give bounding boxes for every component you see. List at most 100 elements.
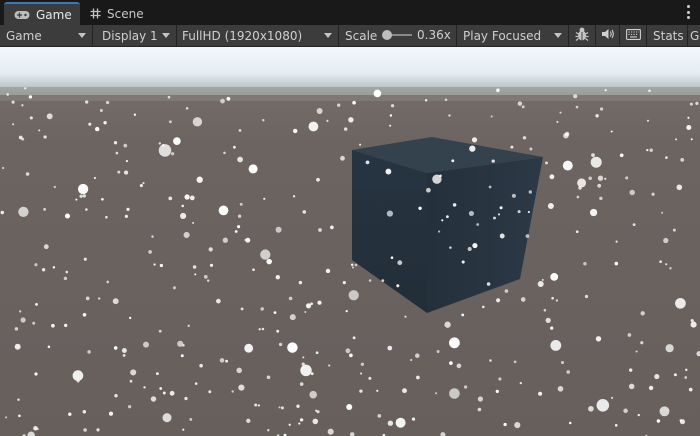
snow-particle [18, 206, 29, 218]
snow-particle [551, 296, 554, 300]
snow-particle [436, 350, 440, 353]
snow-particle [51, 323, 55, 328]
snow-particle [280, 406, 284, 410]
snow-particle [663, 237, 669, 244]
snow-particle [389, 124, 392, 127]
snow-particle [497, 213, 501, 216]
display-dropdown[interactable]: Display 1 [93, 25, 177, 46]
snow-particle [41, 268, 46, 272]
snow-particle [129, 316, 132, 320]
keyboard-toggle[interactable] [620, 25, 647, 46]
snow-particle [115, 151, 119, 155]
snow-particle [448, 114, 451, 117]
snow-particle [637, 413, 640, 417]
snow-particle [390, 104, 395, 108]
snow-particle [123, 143, 128, 148]
snow-particle [14, 327, 19, 331]
snow-particle [203, 275, 208, 279]
game-render [0, 47, 700, 436]
snow-particle [597, 175, 604, 181]
snow-particle [348, 290, 359, 301]
snow-particle [461, 260, 465, 264]
snow-particle [220, 98, 225, 104]
snow-particle [85, 296, 90, 301]
snow-particle [456, 363, 462, 369]
game-viewport[interactable] [0, 47, 700, 436]
snow-particle [649, 148, 653, 152]
snow-particle [75, 198, 78, 201]
snow-particle [690, 321, 697, 328]
snow-particle [623, 408, 628, 414]
stats-button[interactable]: Stats [647, 25, 688, 46]
resolution-dropdown[interactable]: FullHD (1920x1080) [177, 25, 339, 46]
audio-toggle[interactable] [596, 25, 620, 46]
snow-particle [162, 391, 166, 395]
snow-particle [676, 184, 683, 191]
snow-particle [168, 120, 172, 124]
snow-particle [148, 250, 152, 254]
snow-particle [237, 225, 241, 229]
snow-particle [194, 382, 198, 385]
snow-particle [125, 160, 128, 163]
snow-particle [597, 183, 602, 188]
snow-particle [451, 159, 455, 163]
snow-particle [273, 311, 277, 314]
snow-particle [625, 176, 629, 180]
play-mode-dropdown[interactable]: Play Focused [457, 25, 569, 46]
snow-particle [180, 212, 187, 219]
snow-particle [317, 300, 322, 305]
display-value: Display 1 [102, 28, 158, 43]
snow-particle [424, 99, 428, 102]
gizmos-button[interactable]: G [688, 25, 700, 46]
chevron-down-icon [554, 33, 562, 38]
tab-scene[interactable]: Scene [80, 2, 156, 25]
snow-particle [547, 203, 554, 209]
snow-particle [387, 345, 393, 351]
snow-particle [368, 279, 372, 282]
snow-particle [208, 390, 212, 394]
snow-particle [238, 384, 245, 391]
snow-particle [545, 161, 548, 165]
snow-particle [573, 94, 578, 99]
snow-particle [129, 379, 133, 383]
gamepad-icon [14, 10, 30, 20]
snow-particle [517, 101, 523, 106]
snow-particle [538, 391, 543, 396]
snow-particle [262, 119, 265, 122]
snow-particle [189, 417, 193, 421]
snow-particle [180, 354, 184, 358]
snow-particle [310, 372, 314, 376]
snow-particle [20, 317, 26, 323]
snow-particle [316, 177, 320, 182]
snow-particle [562, 160, 573, 171]
snow-particle [52, 266, 56, 269]
snow-particle [133, 113, 137, 116]
scale-slider-thumb[interactable] [382, 30, 392, 40]
tab-game[interactable]: Game [4, 2, 80, 25]
snow-particle [12, 123, 15, 126]
snow-particle [155, 372, 159, 376]
snow-particle [395, 417, 406, 428]
snow-particle [632, 223, 636, 227]
snow-particle [299, 382, 304, 386]
snow-particle [604, 177, 607, 180]
snow-particle [17, 398, 20, 401]
snow-particle [126, 207, 130, 212]
snow-particle [348, 117, 354, 123]
snow-particle [439, 174, 442, 178]
snow-particle [158, 329, 162, 333]
snow-particle [513, 360, 517, 364]
snow-particle [216, 298, 221, 304]
snow-particle [675, 138, 678, 141]
debug-toggle[interactable] [569, 25, 596, 46]
snow-particle [656, 419, 661, 423]
snow-particle [496, 298, 501, 303]
snow-particle [278, 406, 281, 409]
snow-particle [511, 193, 516, 198]
snow-particle [495, 389, 499, 394]
snow-particle [510, 145, 514, 149]
more-vertical-icon[interactable] [686, 5, 690, 19]
snow-particle [18, 414, 21, 418]
snow-particle [226, 96, 231, 101]
view-mode-dropdown[interactable]: Game [0, 25, 93, 46]
